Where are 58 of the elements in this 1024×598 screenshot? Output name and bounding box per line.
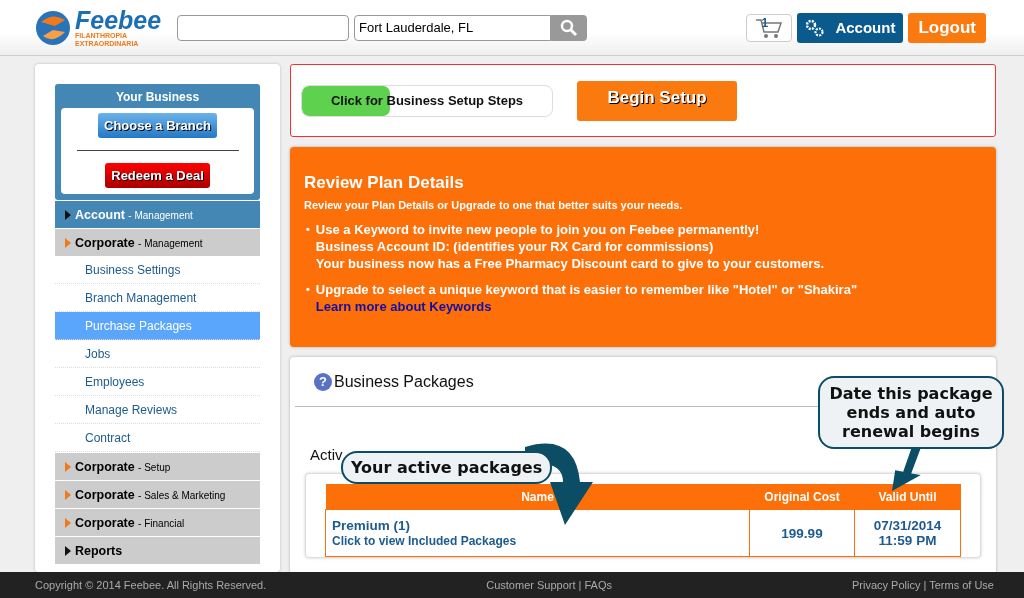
footer-link[interactable]: FAQs [584, 579, 612, 591]
section-title: Business Packages [334, 372, 474, 391]
menu-section-header[interactable]: Corporate - Setup [55, 453, 260, 480]
footer-link[interactable]: Privacy Policy [851, 579, 921, 591]
menu-item[interactable]: Business Settings [55, 256, 260, 284]
cart-icon [754, 16, 785, 39]
link-separator: | [578, 579, 582, 591]
plan-title: Review Plan Details [304, 173, 465, 193]
bullet-text: Your business now has a Free Pharmacy Discount card to give to your customers. [315, 256, 825, 271]
search-button[interactable] [551, 14, 587, 41]
column-header: Original Cost [749, 484, 855, 510]
bullet-marker: • [305, 222, 310, 237]
link-separator: | [923, 579, 927, 591]
cart-button[interactable]: 1 [746, 13, 793, 42]
menu-item[interactable]: Jobs [55, 340, 260, 368]
menu-item[interactable]: Employees [55, 368, 260, 396]
menu-section-label: Account - Management [75, 207, 193, 222]
menu-item[interactable]: Contract [55, 424, 260, 452]
column-header: Name [325, 484, 750, 510]
valid-time: 11:59 PM [877, 533, 938, 548]
table-cell: 199.99 [749, 509, 855, 557]
valid-date: 07/31/2014 [872, 518, 943, 533]
location-field[interactable]: Fort Lauderdale, FL [354, 14, 551, 41]
keywords-link[interactable]: Learn more about Keywords [315, 299, 492, 314]
active-packages-heading: Activ [310, 446, 343, 463]
menu-section-header[interactable]: Corporate - Financial [55, 509, 260, 536]
callout-bubble: Date this package ends and auto renewal begins [818, 376, 1004, 449]
plan-subtitle: Review your Plan Details or Upgrade to one that better suits your needs. [304, 199, 684, 211]
bullet-text: Use a Keyword to invite new people to join you on Feebee permanently! [315, 222, 760, 237]
search-icon [560, 18, 578, 37]
menu-section-label: Corporate - Management [75, 235, 203, 250]
search-field[interactable] [177, 14, 349, 41]
menu-section-label: Corporate - Sales & Marketing [75, 487, 226, 502]
gears-icon [805, 18, 826, 37]
help-icon[interactable]: ? [314, 372, 332, 391]
cart-count: 1 [761, 15, 769, 30]
included-packages-link[interactable]: Click to view Included Packages [332, 534, 517, 548]
menu-item[interactable]: Manage Reviews [55, 396, 260, 424]
account-button[interactable]: Account [797, 12, 904, 43]
footer-link[interactable]: Terms of Use [929, 579, 994, 591]
logo-globe-icon [35, 9, 71, 46]
menu-section-header[interactable]: Account - Management [55, 201, 260, 228]
bullet-marker: • [305, 282, 310, 297]
bullet-text: Business Account ID: (identifies your RX Card for commissions) [315, 239, 714, 254]
menu-section-header[interactable]: Corporate - Management [55, 229, 260, 256]
column-header: Valid Until [854, 484, 961, 510]
menu-section-header[interactable]: Corporate - Sales & Marketing [55, 481, 260, 508]
bullet-text: Upgrade to select a unique keyword that is easier to remember like "Hotel" or "Shakira" [315, 282, 858, 297]
panel-title: Your Business [114, 90, 201, 104]
menu-section-header[interactable]: Reports [55, 537, 260, 564]
footer-link[interactable]: Customer Support [486, 579, 576, 591]
package-name: Premium (1) [332, 518, 412, 533]
menu-section-label: Corporate - Setup [75, 459, 171, 474]
redeem-deal-button[interactable]: Redeem a Deal [105, 163, 210, 188]
logo-wordmark[interactable]: Feebee [75, 7, 162, 32]
menu-section-label: Reports [75, 543, 123, 558]
menu-section-label: Corporate - Financial [75, 515, 185, 530]
copyright-text: Copyright © 2014 Feebee. All Rights Reserved. [35, 579, 267, 591]
